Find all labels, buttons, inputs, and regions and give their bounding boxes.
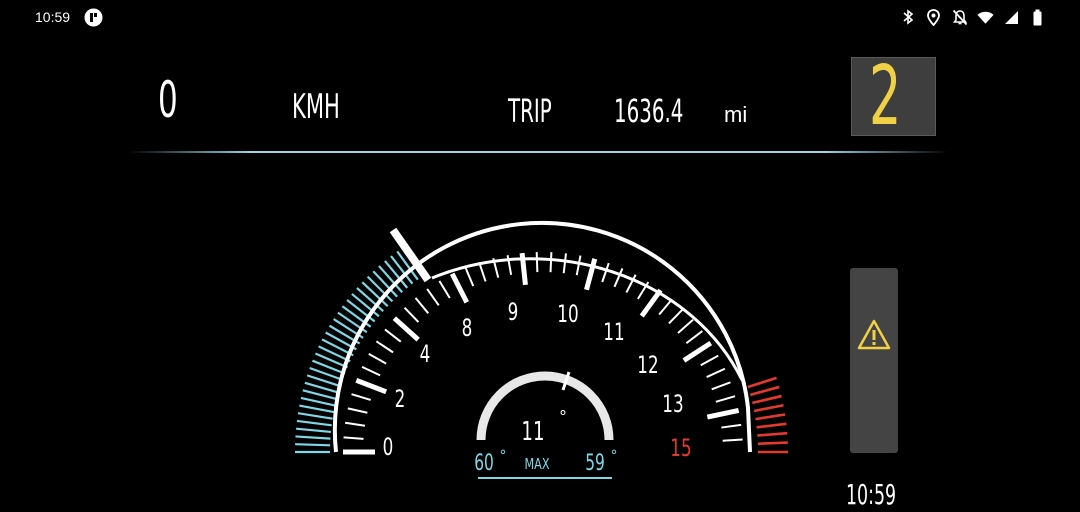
minor-tick xyxy=(706,367,726,378)
temp-right-value: 59 xyxy=(585,450,605,475)
major-tick xyxy=(682,340,713,363)
tach-label-13: 13 xyxy=(662,390,683,418)
minor-tick xyxy=(715,395,736,403)
cyan-bar-tick xyxy=(295,427,332,434)
minor-tick xyxy=(464,267,475,287)
temp-center-value: 11 xyxy=(521,417,544,447)
minor-tick xyxy=(658,298,673,316)
minor-tick xyxy=(613,268,624,288)
redline-bar-tick xyxy=(756,422,787,429)
redline-bar-tick xyxy=(755,413,786,421)
redline-bar-tick xyxy=(757,441,788,446)
minor-tick xyxy=(711,381,731,391)
redline-bar-tick xyxy=(752,394,782,405)
temp-left-value: 60 xyxy=(474,450,494,475)
minor-tick xyxy=(368,352,387,365)
minor-tick xyxy=(403,306,420,323)
minor-tick xyxy=(347,407,368,414)
major-tick xyxy=(639,288,663,318)
tach-label-4: 4 xyxy=(420,340,431,368)
minor-tick xyxy=(562,253,567,274)
redline-bar-tick xyxy=(747,376,777,389)
major-tick xyxy=(706,407,740,420)
temp-left-degree: ° xyxy=(500,448,507,464)
minor-tick xyxy=(438,280,451,299)
tach-label-15: 15 xyxy=(670,434,691,462)
cyan-bar-tick xyxy=(296,419,332,427)
tach-label-12: 12 xyxy=(637,351,658,379)
major-tick xyxy=(449,272,469,304)
warning-triangle-icon xyxy=(857,319,891,350)
cyan-bar-tick xyxy=(300,396,336,407)
clock: 10:59 xyxy=(846,478,897,511)
minor-tick xyxy=(700,354,719,367)
cyan-bar-tick xyxy=(297,412,333,420)
minor-tick xyxy=(478,262,487,282)
redline-bar-tick xyxy=(749,385,780,397)
minor-tick xyxy=(384,328,402,343)
cyan-bar-tick xyxy=(314,352,348,369)
minor-tick xyxy=(601,262,610,283)
redline-bar-tick xyxy=(753,403,784,413)
minor-tick xyxy=(677,318,694,334)
minor-tick xyxy=(721,423,742,429)
tachometer-outer-arc xyxy=(431,257,744,381)
tach-label-11: 11 xyxy=(603,318,624,346)
minor-tick xyxy=(668,308,684,325)
major-tick xyxy=(355,377,388,395)
tach-label-2: 2 xyxy=(395,385,406,413)
temp-max-label: MAX xyxy=(524,457,549,474)
temp-center-degree: ° xyxy=(559,407,567,426)
redline-bar-tick xyxy=(757,431,788,437)
minor-tick xyxy=(535,252,539,273)
tach-label-8: 8 xyxy=(462,314,473,342)
cyan-bar-tick xyxy=(295,443,331,447)
tach-label-9: 9 xyxy=(508,298,519,326)
temp-gauge-arc xyxy=(476,371,614,441)
cyan-bar-tick xyxy=(295,435,331,440)
minor-tick xyxy=(414,297,430,314)
cyan-bar-tick xyxy=(299,404,334,414)
temp-right-degree: ° xyxy=(611,448,618,464)
minor-tick xyxy=(344,421,366,427)
minor-tick xyxy=(375,340,394,354)
tachometer-gauge: 0 2 4 8 9 10 11 12 13 15 11 ° 60 ° MAX 5… xyxy=(295,220,788,479)
minor-tick xyxy=(351,393,371,401)
minor-tick xyxy=(426,288,440,306)
minor-tick xyxy=(575,255,582,276)
warning-panel[interactable] xyxy=(850,268,898,453)
tach-label-10: 10 xyxy=(557,300,578,328)
major-tick xyxy=(392,316,420,342)
tach-label-0: 0 xyxy=(383,433,394,461)
minor-tick xyxy=(549,252,553,273)
minor-tick xyxy=(685,330,703,344)
minor-tick xyxy=(343,436,364,440)
minor-tick xyxy=(722,438,743,442)
minor-tick xyxy=(361,365,381,377)
